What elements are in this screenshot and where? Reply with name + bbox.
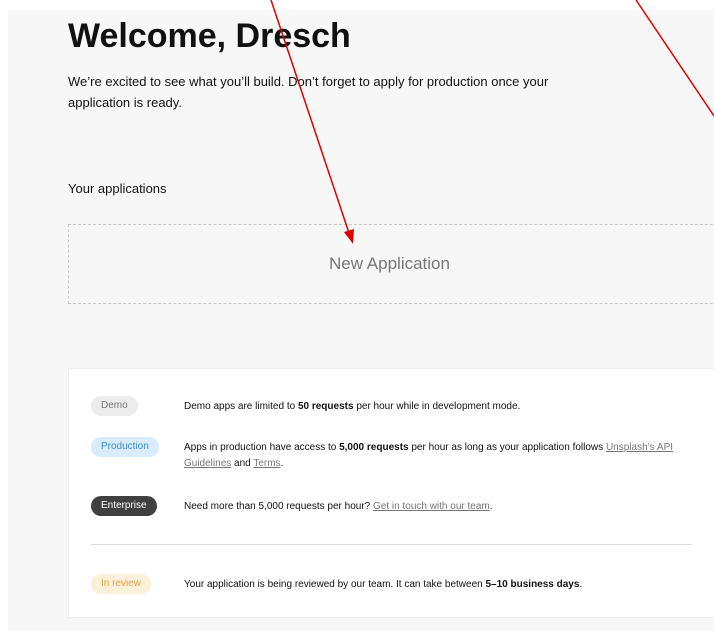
new-application-label: New Application [329, 254, 450, 273]
enterprise-description: Need more than 5,000 requests per hour? … [184, 501, 493, 512]
enterprise-badge: Enterprise [91, 496, 157, 516]
in-review-description: Your application is being reviewed by ou… [184, 579, 583, 590]
page-title: Welcome, Dresch [68, 17, 351, 55]
contact-team-link[interactable]: Get in touch with our team [373, 501, 490, 512]
usage-tiers-card: Demo Demo apps are limited to 50 request… [68, 368, 714, 618]
demo-badge: Demo [91, 396, 138, 416]
new-application-button[interactable]: New Application [68, 224, 714, 304]
demo-description: Demo apps are limited to 50 requests per… [184, 401, 521, 412]
terms-link[interactable]: Terms [253, 458, 280, 469]
card-divider [91, 544, 692, 545]
production-badge: Production [91, 437, 159, 457]
intro-text: We’re excited to see what you’ll build. … [68, 74, 549, 110]
production-description: Apps in production have access to 5,000 … [184, 442, 674, 469]
in-review-badge: In review [91, 574, 152, 594]
applications-section-label: Your applications [68, 181, 167, 196]
